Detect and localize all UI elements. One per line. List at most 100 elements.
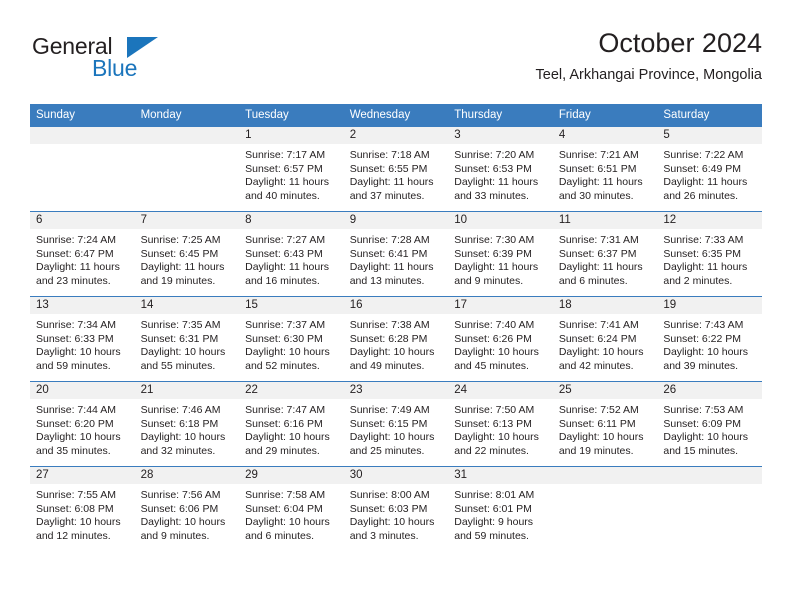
daylight-text-line1: Daylight: 11 hours [36, 261, 120, 274]
day-cell[interactable]: 19 Sunrise: 7:43 AM Sunset: 6:22 PM Dayl… [657, 296, 762, 382]
daylight-text-line1: Daylight: 10 hours [349, 516, 435, 529]
sunrise-text: Sunrise: 7:31 AM [558, 234, 639, 246]
sunset-text: Sunset: 6:20 PM [36, 417, 114, 430]
day-cell[interactable]: 29 Sunrise: 7:58 AM Sunset: 6:04 PM Dayl… [239, 466, 344, 551]
sunrise-text: Sunrise: 7:18 AM [349, 149, 430, 161]
sunset-text: Sunset: 6:31 PM [140, 332, 219, 345]
day-cell[interactable]: 9 Sunrise: 7:28 AM Sunset: 6:41 PM Dayli… [343, 211, 449, 297]
day-cell[interactable]: 26 Sunrise: 7:53 AM Sunset: 6:09 PM Dayl… [657, 381, 762, 467]
day-details: Sunrise: 7:17 AM Sunset: 6:57 PM Dayligh… [239, 144, 344, 203]
day-cell[interactable] [657, 466, 762, 551]
day-details: Sunrise: 7:49 AM Sunset: 6:15 PM Dayligh… [344, 399, 449, 458]
weekday-header-friday: Friday [552, 104, 658, 127]
day-number: 7 [134, 212, 240, 229]
sunset-text: Sunset: 6:11 PM [558, 417, 636, 430]
sunrise-text: Sunrise: 7:53 AM [663, 404, 744, 416]
day-details: Sunrise: 7:34 AM Sunset: 6:33 PM Dayligh… [30, 314, 135, 373]
daylight-text-line1: Daylight: 10 hours [245, 516, 330, 529]
day-details [657, 484, 762, 489]
day-details: Sunrise: 7:20 AM Sunset: 6:53 PM Dayligh… [448, 144, 553, 203]
sunset-text: Sunset: 6:03 PM [349, 502, 428, 515]
weekday-header-thursday: Thursday [448, 104, 553, 127]
daylight-text-line2: and 55 minutes. [140, 359, 216, 372]
day-cell[interactable]: 16 Sunrise: 7:38 AM Sunset: 6:28 PM Dayl… [343, 296, 449, 382]
daylight-text-line1: Daylight: 9 hours [454, 516, 534, 529]
sunrise-text: Sunrise: 7:56 AM [140, 489, 221, 501]
sunset-text: Sunset: 6:16 PM [245, 417, 323, 430]
sunrise-text: Sunrise: 7:35 AM [140, 319, 221, 331]
day-details: Sunrise: 7:21 AM Sunset: 6:51 PM Dayligh… [553, 144, 658, 203]
day-cell[interactable]: 6 Sunrise: 7:24 AM Sunset: 6:47 PM Dayli… [30, 211, 135, 297]
day-cell[interactable]: 14 Sunrise: 7:35 AM Sunset: 6:31 PM Dayl… [134, 296, 240, 382]
daylight-text-line2: and 29 minutes. [245, 444, 320, 457]
daylight-text-line2: and 9 minutes. [140, 529, 210, 542]
sunrise-text: Sunrise: 8:00 AM [349, 489, 430, 501]
day-cell[interactable]: 7 Sunrise: 7:25 AM Sunset: 6:45 PM Dayli… [134, 211, 240, 297]
day-cell[interactable]: 18 Sunrise: 7:41 AM Sunset: 6:24 PM Dayl… [552, 296, 658, 382]
day-cell[interactable]: 1 Sunrise: 7:17 AM Sunset: 6:57 PM Dayli… [239, 127, 344, 212]
day-cell[interactable]: 17 Sunrise: 7:40 AM Sunset: 6:26 PM Dayl… [448, 296, 553, 382]
sunset-text: Sunset: 6:30 PM [245, 332, 323, 345]
day-details: Sunrise: 8:01 AM Sunset: 6:01 PM Dayligh… [448, 484, 553, 543]
day-cell[interactable]: 5 Sunrise: 7:22 AM Sunset: 6:49 PM Dayli… [657, 127, 762, 212]
day-number [657, 467, 762, 484]
daylight-text-line1: Daylight: 10 hours [663, 346, 749, 359]
daylight-text-line2: and 42 minutes. [558, 359, 634, 372]
day-cell[interactable]: 24 Sunrise: 7:50 AM Sunset: 6:13 PM Dayl… [448, 381, 553, 467]
day-cell[interactable]: 10 Sunrise: 7:30 AM Sunset: 6:39 PM Dayl… [448, 211, 553, 297]
sunrise-text: Sunrise: 8:01 AM [454, 489, 535, 501]
day-cell[interactable]: 22 Sunrise: 7:47 AM Sunset: 6:16 PM Dayl… [239, 381, 344, 467]
day-number: 26 [657, 382, 762, 399]
sunrise-text: Sunrise: 7:34 AM [36, 319, 116, 331]
sunrise-text: Sunrise: 7:33 AM [663, 234, 744, 246]
day-cell[interactable]: 2 Sunrise: 7:18 AM Sunset: 6:55 PM Dayli… [343, 127, 449, 212]
day-cell[interactable] [30, 127, 135, 212]
daylight-text-line2: and 59 minutes. [454, 529, 529, 542]
day-cell[interactable]: 11 Sunrise: 7:31 AM Sunset: 6:37 PM Dayl… [552, 211, 658, 297]
daylight-text-line1: Daylight: 11 hours [454, 261, 539, 274]
daylight-text-line1: Daylight: 10 hours [558, 431, 644, 444]
day-number: 9 [343, 212, 449, 229]
day-cell[interactable]: 4 Sunrise: 7:21 AM Sunset: 6:51 PM Dayli… [552, 127, 658, 212]
day-cell[interactable]: 25 Sunrise: 7:52 AM Sunset: 6:11 PM Dayl… [552, 381, 658, 467]
day-cell[interactable]: 15 Sunrise: 7:37 AM Sunset: 6:30 PM Dayl… [239, 296, 344, 382]
sunrise-text: Sunrise: 7:40 AM [454, 319, 535, 331]
sunrise-text: Sunrise: 7:22 AM [663, 149, 744, 161]
day-details: Sunrise: 7:53 AM Sunset: 6:09 PM Dayligh… [657, 399, 762, 458]
day-cell[interactable]: 8 Sunrise: 7:27 AM Sunset: 6:43 PM Dayli… [239, 211, 344, 297]
day-cell[interactable] [552, 466, 658, 551]
day-cell[interactable]: 12 Sunrise: 7:33 AM Sunset: 6:35 PM Dayl… [657, 211, 762, 297]
day-details: Sunrise: 7:58 AM Sunset: 6:04 PM Dayligh… [239, 484, 344, 543]
daylight-text-line1: Daylight: 10 hours [349, 346, 435, 359]
sunrise-text: Sunrise: 7:49 AM [349, 404, 430, 416]
day-cell[interactable]: 21 Sunrise: 7:46 AM Sunset: 6:18 PM Dayl… [134, 381, 240, 467]
sunrise-text: Sunrise: 7:28 AM [349, 234, 430, 246]
day-cell[interactable] [134, 127, 240, 212]
day-number: 12 [657, 212, 762, 229]
sunset-text: Sunset: 6:39 PM [454, 247, 532, 260]
daylight-text-line1: Daylight: 11 hours [558, 176, 643, 189]
daylight-text-line1: Daylight: 10 hours [140, 431, 226, 444]
sunset-text: Sunset: 6:22 PM [663, 332, 742, 345]
day-cell[interactable]: 28 Sunrise: 7:56 AM Sunset: 6:06 PM Dayl… [134, 466, 240, 551]
day-details: Sunrise: 7:40 AM Sunset: 6:26 PM Dayligh… [448, 314, 553, 373]
day-cell[interactable]: 3 Sunrise: 7:20 AM Sunset: 6:53 PM Dayli… [448, 127, 553, 212]
day-number: 29 [239, 467, 344, 484]
daylight-text-line1: Daylight: 10 hours [36, 516, 121, 529]
day-number: 23 [343, 382, 449, 399]
week-row: 1 Sunrise: 7:17 AM Sunset: 6:57 PM Dayli… [30, 127, 762, 212]
day-details: Sunrise: 7:44 AM Sunset: 6:20 PM Dayligh… [30, 399, 135, 458]
week-row: 13 Sunrise: 7:34 AM Sunset: 6:33 PM Dayl… [30, 296, 762, 382]
day-cell[interactable]: 27 Sunrise: 7:55 AM Sunset: 6:08 PM Dayl… [30, 466, 135, 551]
day-cell[interactable]: 20 Sunrise: 7:44 AM Sunset: 6:20 PM Dayl… [30, 381, 135, 467]
day-cell[interactable]: 23 Sunrise: 7:49 AM Sunset: 6:15 PM Dayl… [343, 381, 449, 467]
day-cell[interactable]: 30 Sunrise: 8:00 AM Sunset: 6:03 PM Dayl… [343, 466, 449, 551]
day-cell[interactable]: 31 Sunrise: 8:01 AM Sunset: 6:01 PM Dayl… [448, 466, 553, 551]
day-cell[interactable]: 13 Sunrise: 7:34 AM Sunset: 6:33 PM Dayl… [30, 296, 135, 382]
weekday-header-wednesday: Wednesday [343, 104, 449, 127]
day-details: Sunrise: 7:27 AM Sunset: 6:43 PM Dayligh… [239, 229, 344, 288]
sunset-text: Sunset: 6:01 PM [454, 502, 532, 515]
sunset-text: Sunset: 6:15 PM [349, 417, 428, 430]
daylight-text-line1: Daylight: 11 hours [454, 176, 539, 189]
day-number: 5 [657, 127, 762, 144]
